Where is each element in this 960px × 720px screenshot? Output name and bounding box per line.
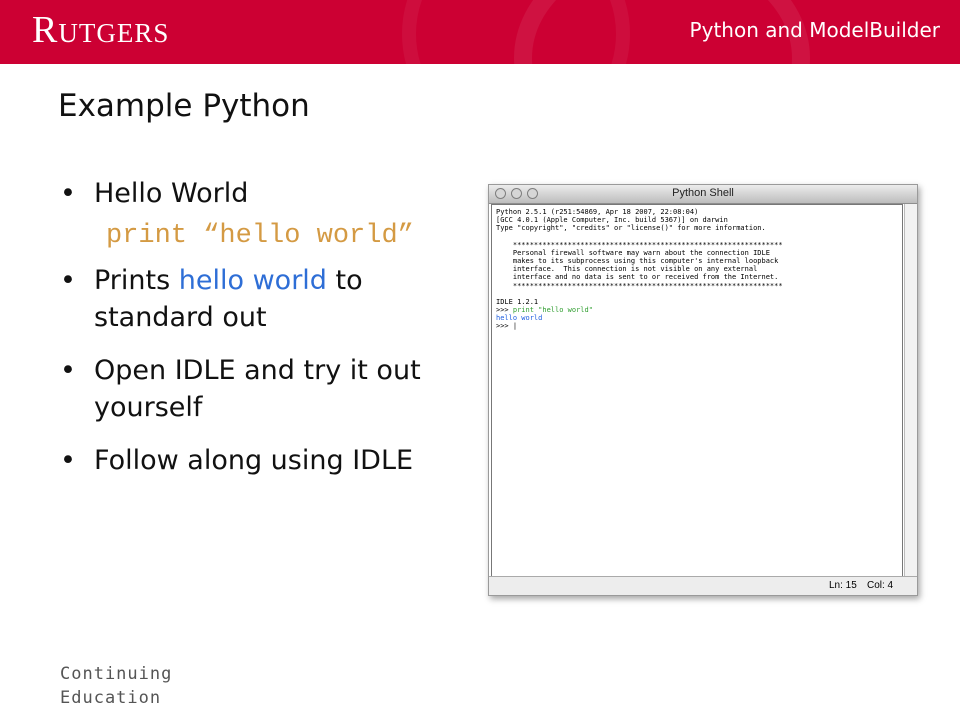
banner-line: Type "copyright", "credits" or "license(… [496,224,766,233]
bullet-marker: • [60,265,76,296]
bullet-marker: • [60,178,76,209]
notice-line: interface. This connection is not visibl… [496,265,758,274]
line-indicator: Ln: 15 [829,580,857,591]
banner-line: [GCC 4.0.1 (Apple Computer, Inc. build 5… [496,216,728,225]
footer-line: Education [60,688,162,708]
notice-line: ****************************************… [496,281,783,290]
bullet-open-idle: • Open IDLE and try it out yourself [60,352,480,426]
bullet-hello-world: • Hello World [60,175,480,212]
notice-line: interface and no data is sent to or rece… [496,273,779,282]
command-line: >>> print "hello world" [496,306,783,314]
bullet-marker: • [60,445,76,476]
bullet-text: Hello World [94,178,249,209]
bullet-list: • Hello World print “hello world” • Prin… [60,175,480,479]
header-banner: Rutgers Python and ModelBuilder [0,0,960,64]
column-indicator: Col: 4 [867,580,894,591]
deck-title: Python and ModelBuilder [689,18,940,42]
footer-line: Continuing [60,664,173,684]
input-prompt[interactable]: >>> | [496,322,783,330]
seal-watermark-secondary [402,0,630,64]
rutgers-logo: Rutgers [32,9,170,51]
command-output: hello world [496,314,543,323]
shell-output: Python 2.5.1 (r251:54869, Apr 18 2007, 2… [496,208,783,331]
notice-line: Personal firewall software may warn abou… [496,248,770,257]
bullet-prints: • Prints hello world to standard out [60,262,480,336]
command-text: print "hello world" [512,306,593,315]
slide-title: Example Python [58,88,310,124]
window-title: Python Shell [672,187,734,199]
vertical-scrollbar[interactable] [904,204,917,576]
bullet-text: Follow along using IDLE [94,445,414,476]
shell-text-area[interactable]: Python 2.5.1 (r251:54869, Apr 18 2007, 2… [491,204,903,578]
highlight-text: hello world [178,265,327,296]
code-sample: print “hello world” [106,221,414,251]
window-titlebar[interactable]: Python Shell [489,185,917,204]
notice-line: makes to its subprocess using this compu… [496,257,779,266]
prompt: >>> [496,306,513,315]
bullet-text: Open IDLE and try it out yourself [94,355,421,423]
bullet-text: Prints [94,265,179,296]
bullet-marker: • [60,355,76,386]
bullet-follow-along: • Follow along using IDLE [60,442,480,479]
banner-line: Python 2.5.1 (r251:54869, Apr 18 2007, 2… [496,208,699,216]
footer-brand: Continuing Education [60,662,172,710]
status-bar: Ln: 15 Col: 4 [489,576,917,595]
python-shell-window: Python Shell Python 2.5.1 (r251:54869, A… [488,184,918,596]
idle-version: IDLE 1.2.1 [496,297,539,306]
notice-line: ****************************************… [496,240,783,249]
